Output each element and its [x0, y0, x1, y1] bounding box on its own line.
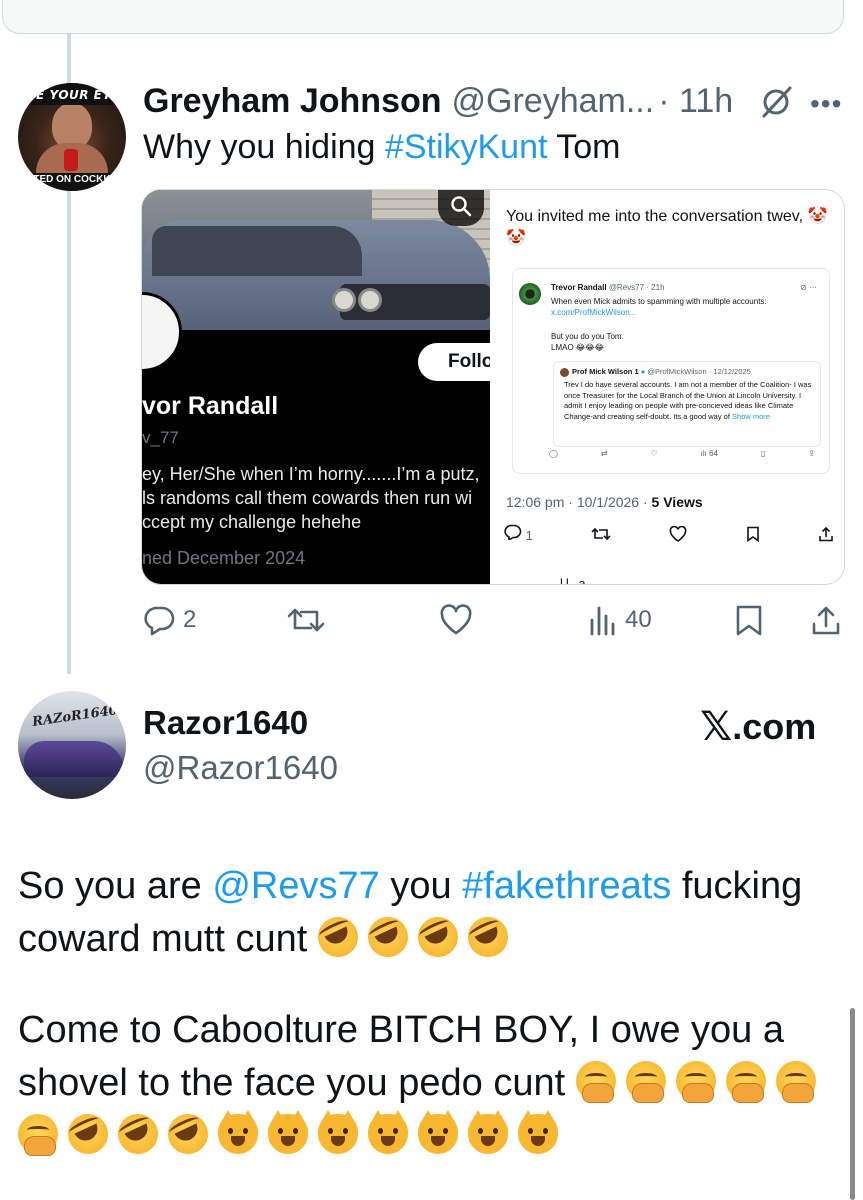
media-image-tweet-screenshot[interactable]: You invited me into the conversation twe…: [490, 190, 844, 585]
inner-share-icon: ⇪: [808, 449, 815, 458]
nested-quote-card: Prof Mick Wilson 1 ● @ProfMickWilson · 1…: [553, 361, 821, 447]
screenshot-bookmark-icon: [746, 526, 759, 542]
previous-post-card[interactable]: [2, 0, 844, 34]
mention-link[interactable]: @Revs77: [212, 865, 379, 907]
cat-emoji-icon: [218, 1110, 258, 1154]
reply-icon: [144, 606, 175, 636]
inner-action-bar: ◯ ⇄ ♡ ılı 64 ▯ ⇪: [549, 449, 815, 458]
views-count: 40: [625, 606, 652, 633]
bookmark-button[interactable]: [735, 604, 763, 636]
reply-display-name[interactable]: Greyham Johnson: [143, 82, 442, 121]
cat-emoji-icon: [318, 1110, 358, 1154]
rofl-emoji-icon: [161, 1107, 215, 1161]
hand-over-mouth-emoji-icon: [575, 1061, 616, 1103]
hand-over-mouth-emoji-icon: [725, 1061, 766, 1103]
grok-icon[interactable]: [758, 84, 794, 120]
more-options-icon[interactable]: •••: [810, 88, 842, 120]
search-icon: [438, 190, 484, 226]
cat-emoji-icon: [268, 1110, 308, 1154]
reply-action-bar: 2 40: [143, 604, 843, 644]
views-icon: [590, 606, 615, 636]
like-button[interactable]: [439, 604, 473, 636]
avatar-top-text: ME YOUR EYE: [18, 83, 126, 105]
reply-text: Why you hiding #StikyKunt Tom: [143, 128, 621, 166]
cat-emoji-icon: [418, 1110, 458, 1154]
profile-name: vor Randall: [142, 392, 279, 420]
views-button[interactable]: 40: [589, 604, 652, 636]
embed-handle[interactable]: @Razor1640: [143, 749, 338, 787]
reply-count: 2: [183, 606, 197, 633]
hand-over-mouth-emoji-icon: [675, 1061, 716, 1103]
share-icon: [812, 606, 840, 635]
rofl-emoji-icon: [461, 910, 515, 964]
reply-button[interactable]: 2: [143, 604, 196, 636]
screenshot-cut-text: ll a: [560, 576, 589, 585]
rofl-emoji-icon: [111, 1107, 165, 1161]
media-image-profile-screenshot[interactable]: Follo vor Randall v_77 ey, Her/She when …: [142, 190, 490, 584]
repost-icon: [287, 608, 325, 632]
bookmark-icon: [736, 605, 762, 636]
profile-joined: ned December 2024: [142, 548, 306, 568]
screenshot-meta: 12:06 pm · 10/1/2026 · 5 Views: [506, 494, 703, 510]
embed-paragraph-1: So you are @Revs77 you #fakethreats fuck…: [18, 860, 848, 966]
screenshot-like-icon: [670, 525, 687, 542]
screenshot-share-icon: [819, 526, 833, 541]
scrollbar[interactable]: [850, 1008, 855, 1200]
reply-handle[interactable]: @Greyham...: [452, 82, 655, 121]
share-button[interactable]: [811, 604, 841, 636]
avatar-bottom-text: TED ON COCKK: [18, 173, 126, 191]
hand-over-mouth-emoji-icon: [775, 1061, 816, 1103]
hashtag-fakethreats[interactable]: #fakethreats: [462, 865, 671, 907]
screenshot-action-bar: 1: [504, 524, 834, 543]
inner-repost-icon: ⇄: [600, 449, 608, 458]
inner-bookmark-icon: ▯: [760, 449, 766, 458]
screenshot-reply: 1: [504, 524, 533, 543]
reply-header: Greyham Johnson @Greyham... · 11h: [143, 79, 733, 123]
hand-over-mouth-emoji-icon: [18, 1114, 58, 1156]
cat-emoji-icon: [368, 1110, 408, 1154]
rofl-emoji-icon: [361, 910, 415, 964]
screenshot-repost-icon: [591, 527, 611, 540]
inner-grok-icon: ⊘ ···: [800, 283, 817, 292]
inner-reply-icon: ◯: [549, 449, 558, 458]
reply-media-grid: Follo vor Randall v_77 ey, Her/She when …: [141, 189, 845, 585]
screenshot-tweet-text: You invited me into the conversation twe…: [506, 208, 828, 247]
cat-emoji-icon: [468, 1110, 508, 1154]
embed-paragraph-2: Come to Caboolture BITCH BOY, I owe you …: [18, 1004, 848, 1163]
follow-button: Follo: [418, 343, 490, 381]
quoted-tweet-card: Trevor Randall @Revs77 · 21h ⊘ ··· When …: [512, 268, 830, 474]
rofl-emoji-icon: [411, 910, 465, 964]
rofl-emoji-icon: [61, 1107, 115, 1161]
avatar-razor1640[interactable]: RAZoR1640: [18, 691, 126, 799]
x-logo-link[interactable]: 𝕏 .com: [700, 704, 816, 750]
embed-post-text: So you are @Revs77 you #fakethreats fuck…: [18, 860, 848, 1200]
inner-avatar: [519, 283, 541, 305]
x-logo-icon: 𝕏: [700, 704, 733, 750]
profile-handle: v_77: [142, 428, 179, 447]
embed-display-name[interactable]: Razor1640: [143, 704, 308, 742]
inner-like-icon: ♡: [650, 449, 658, 458]
hand-over-mouth-emoji-icon: [625, 1061, 666, 1103]
reply-time[interactable]: · 11h: [658, 82, 733, 121]
repost-button[interactable]: [287, 604, 325, 636]
avatar-logo-text: RAZoR1640: [31, 703, 119, 730]
profile-bio: ey, Her/She when I’m horny.......I’m a p…: [142, 464, 480, 532]
cat-emoji-icon: [518, 1110, 558, 1154]
rofl-emoji-icon: [311, 910, 365, 964]
inner-views: ılı 64: [700, 449, 718, 458]
hashtag-link[interactable]: #StikyKunt: [385, 128, 548, 166]
avatar-greyham[interactable]: ME YOUR EYE TED ON COCKK: [18, 83, 126, 191]
like-icon: [440, 604, 472, 635]
